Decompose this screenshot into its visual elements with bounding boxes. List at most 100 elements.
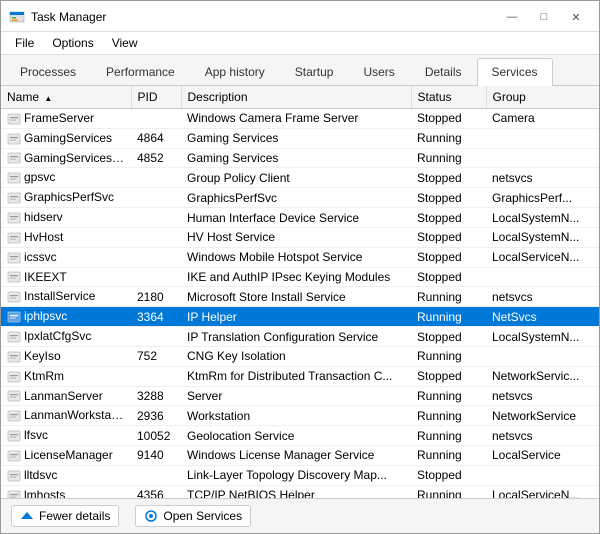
- cell-group: LocalSystemN...: [486, 327, 599, 347]
- table-row[interactable]: InstallService2180Microsoft Store Instal…: [1, 287, 599, 307]
- cell-status: Stopped: [411, 247, 486, 267]
- table-row[interactable]: lltdsvcLink-Layer Topology Discovery Map…: [1, 465, 599, 485]
- table-row[interactable]: LanmanServer3288ServerRunningnetsvcs: [1, 386, 599, 406]
- tab-app-history[interactable]: App history: [190, 58, 280, 85]
- menu-view[interactable]: View: [104, 34, 146, 52]
- cell-desc: HV Host Service: [181, 227, 411, 247]
- table-row[interactable]: GraphicsPerfSvcGraphicsPerfSvcStoppedGra…: [1, 188, 599, 208]
- col-header-pid[interactable]: PID: [131, 86, 181, 109]
- cell-group: netsvcs: [486, 386, 599, 406]
- cell-name: LanmanWorkstation: [1, 406, 131, 426]
- cell-group: Camera: [486, 109, 599, 129]
- tab-processes[interactable]: Processes: [5, 58, 91, 85]
- cell-name: icssvc: [1, 247, 131, 267]
- chevron-up-icon: [20, 509, 34, 523]
- menu-file[interactable]: File: [7, 34, 42, 52]
- tab-services[interactable]: Services: [477, 58, 553, 86]
- title-bar: Task Manager — □ ✕: [1, 1, 599, 32]
- table-row[interactable]: LanmanWorkstation2936WorkstationRunningN…: [1, 406, 599, 426]
- fewer-details-button[interactable]: Fewer details: [11, 505, 119, 527]
- cell-group: netsvcs: [486, 168, 599, 188]
- close-button[interactable]: ✕: [561, 7, 591, 27]
- cell-pid: [131, 188, 181, 208]
- cell-group: LocalService: [486, 446, 599, 466]
- cell-pid: [131, 168, 181, 188]
- cell-status: Stopped: [411, 168, 486, 188]
- cell-name: IKEEXT: [1, 267, 131, 287]
- table-row[interactable]: GamingServices4864Gaming ServicesRunning: [1, 128, 599, 148]
- col-header-status[interactable]: Status: [411, 86, 486, 109]
- cell-status: Running: [411, 148, 486, 168]
- table-row[interactable]: KeyIso752CNG Key IsolationRunning: [1, 346, 599, 366]
- table-row[interactable]: GamingServicesNet4852Gaming ServicesRunn…: [1, 148, 599, 168]
- cell-group: [486, 128, 599, 148]
- cell-pid: [131, 465, 181, 485]
- table-row[interactable]: lmhosts4356TCP/IP NetBIOS HelperRunningL…: [1, 485, 599, 498]
- cell-name: GraphicsPerfSvc: [1, 188, 131, 208]
- cell-desc: GraphicsPerfSvc: [181, 188, 411, 208]
- table-row[interactable]: HvHostHV Host ServiceStoppedLocalSystemN…: [1, 227, 599, 247]
- table-row[interactable]: iphlpsvc3364IP HelperRunningNetSvcs: [1, 307, 599, 327]
- service-icon: [7, 112, 21, 126]
- menu-options[interactable]: Options: [44, 34, 101, 52]
- open-services-button[interactable]: Open Services: [135, 505, 251, 527]
- table-row[interactable]: IKEEXTIKE and AuthIP IPsec Keying Module…: [1, 267, 599, 287]
- cell-name: FrameServer: [1, 109, 131, 129]
- cell-status: Running: [411, 485, 486, 498]
- cell-group: [486, 346, 599, 366]
- footer: Fewer details Open Services: [1, 498, 599, 533]
- cell-pid: 4852: [131, 148, 181, 168]
- cell-desc: Gaming Services: [181, 148, 411, 168]
- table-row[interactable]: lfsvc10052Geolocation ServiceRunningnets…: [1, 426, 599, 446]
- cell-desc: Server: [181, 386, 411, 406]
- cell-pid: [131, 227, 181, 247]
- cell-status: Stopped: [411, 366, 486, 386]
- cell-status: Running: [411, 386, 486, 406]
- cell-pid: [131, 366, 181, 386]
- col-header-group[interactable]: Group: [486, 86, 599, 109]
- cell-status: Stopped: [411, 327, 486, 347]
- cell-desc: Windows Camera Frame Server: [181, 109, 411, 129]
- table-row[interactable]: hidservHuman Interface Device ServiceSto…: [1, 208, 599, 228]
- cell-pid: [131, 109, 181, 129]
- table-header-row: Name ▲ PID Description Status: [1, 86, 599, 109]
- cell-status: Running: [411, 128, 486, 148]
- cell-group: [486, 465, 599, 485]
- service-icon: [7, 310, 21, 324]
- service-icon: [7, 449, 21, 463]
- cell-pid: 3288: [131, 386, 181, 406]
- cell-status: Running: [411, 406, 486, 426]
- tab-users[interactable]: Users: [348, 58, 409, 85]
- tab-performance[interactable]: Performance: [91, 58, 190, 85]
- cell-group: [486, 267, 599, 287]
- minimize-button[interactable]: —: [497, 7, 527, 27]
- col-header-name[interactable]: Name ▲: [1, 86, 131, 109]
- services-table-container[interactable]: Name ▲ PID Description Status: [1, 86, 599, 498]
- cell-group: NetSvcs: [486, 307, 599, 327]
- cell-name: IpxlatCfgSvc: [1, 327, 131, 347]
- cell-desc: KtmRm for Distributed Transaction C...: [181, 366, 411, 386]
- cell-group: LocalServiceN...: [486, 247, 599, 267]
- cell-name: GamingServices: [1, 128, 131, 148]
- tab-details[interactable]: Details: [410, 58, 477, 85]
- tab-startup[interactable]: Startup: [280, 58, 349, 85]
- tab-bar: Processes Performance App history Startu…: [1, 55, 599, 86]
- table-row[interactable]: LicenseManager9140Windows License Manage…: [1, 446, 599, 466]
- window-title: Task Manager: [31, 10, 106, 24]
- service-icon: [7, 429, 21, 443]
- table-row[interactable]: gpsvcGroup Policy ClientStoppednetsvcs: [1, 168, 599, 188]
- table-row[interactable]: FrameServerWindows Camera Frame ServerSt…: [1, 109, 599, 129]
- table-row[interactable]: IpxlatCfgSvc IP Translation Configuration…: [1, 327, 599, 347]
- menu-bar: File Options View: [1, 32, 599, 55]
- col-header-desc[interactable]: Description: [181, 86, 411, 109]
- cell-desc: IP Translation Configuration Service: [181, 327, 411, 347]
- task-manager-window: Task Manager — □ ✕ File Options View Pro…: [0, 0, 600, 534]
- cell-name: KeyIso: [1, 346, 131, 366]
- table-row[interactable]: icssvcWindows Mobile Hotspot ServiceStop…: [1, 247, 599, 267]
- table-row[interactable]: KtmRmKtmRm for Distributed Transaction C…: [1, 366, 599, 386]
- cell-desc: Geolocation Service: [181, 426, 411, 446]
- services-table-body: FrameServer Windows Camera Frame Server St…: [1, 109, 599, 499]
- cell-group: LocalSystemN...: [486, 208, 599, 228]
- maximize-button[interactable]: □: [529, 7, 559, 27]
- cell-name: iphlpsvc: [1, 307, 131, 327]
